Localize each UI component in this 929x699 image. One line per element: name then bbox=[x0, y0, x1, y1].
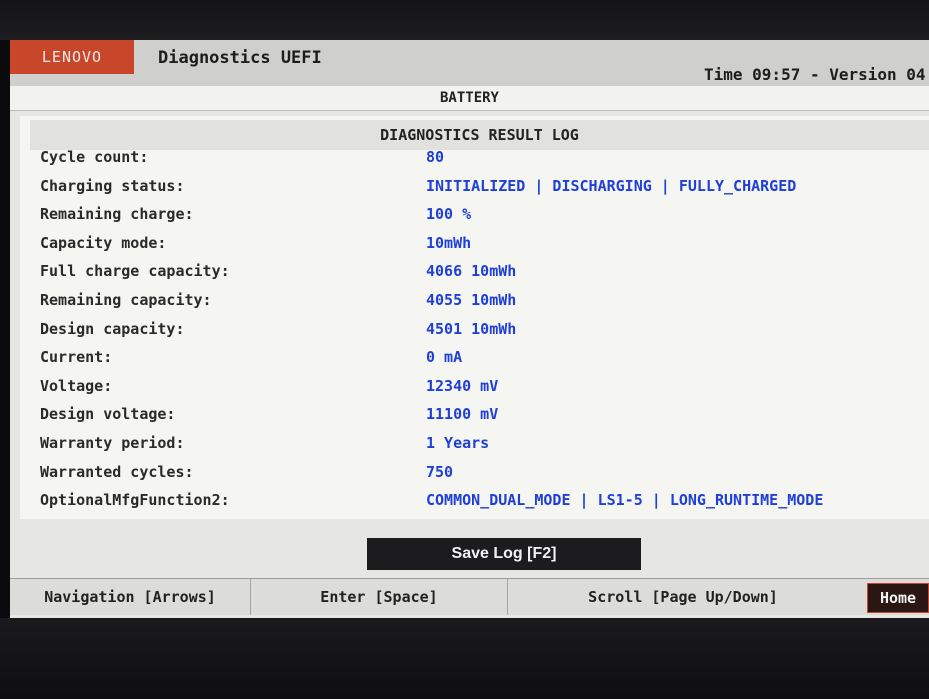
log-row: Warranted cycles: 750 bbox=[20, 459, 929, 488]
result-log-panel[interactable]: Cycle count: 80 Charging status: INITIAL… bbox=[20, 116, 929, 519]
navigation-hint: Navigation [Arrows] bbox=[10, 579, 251, 615]
log-value: INITIALIZED | DISCHARGING | FULLY_CHARGE… bbox=[426, 176, 797, 195]
log-row: Design capacity: 4501 10mWh bbox=[20, 316, 929, 345]
log-value: 0 mA bbox=[426, 348, 463, 367]
log-value: 750 bbox=[426, 462, 454, 481]
log-label: Remaining charge: bbox=[40, 205, 194, 224]
log-label: Full charge capacity: bbox=[40, 262, 230, 281]
log-label: Cycle count: bbox=[40, 148, 149, 166]
home-button[interactable]: Home bbox=[867, 583, 929, 613]
log-row: OptionalMfgFunction2: COMMON_DUAL_MODE |… bbox=[20, 487, 929, 516]
time-version-readout: Time 09:57 - Version 04 bbox=[704, 65, 926, 84]
log-rows: Cycle count: 80 Charging status: INITIAL… bbox=[20, 144, 929, 516]
log-row: Full charge capacity: 4066 10mWh bbox=[20, 258, 929, 287]
log-value: 4066 10mWh bbox=[426, 262, 517, 281]
brand-logo: LENOVO bbox=[10, 40, 134, 74]
log-value: 1 Years bbox=[426, 433, 490, 452]
log-label: Current: bbox=[40, 348, 113, 367]
enter-hint: Enter [Space] bbox=[251, 579, 508, 615]
log-row: Capacity mode: 10mWh bbox=[20, 230, 929, 259]
log-label: Warranted cycles: bbox=[40, 462, 194, 481]
log-value: 4055 10mWh bbox=[426, 290, 517, 309]
log-row: Warranty period: 1 Years bbox=[20, 430, 929, 459]
log-label: Capacity mode: bbox=[40, 233, 167, 252]
log-value: 12340 mV bbox=[426, 376, 499, 395]
log-label: Design capacity: bbox=[40, 319, 185, 338]
log-label: Design voltage: bbox=[40, 405, 176, 424]
screen-bezel-bottom bbox=[0, 618, 929, 699]
log-row: Voltage: 12340 mV bbox=[20, 373, 929, 402]
log-value: 80 bbox=[426, 148, 445, 166]
title-bar: LENOVO Diagnostics UEFI Time 09:57 - Ver… bbox=[10, 40, 929, 86]
log-value: 4501 10mWh bbox=[426, 319, 517, 338]
section-title: BATTERY bbox=[10, 86, 929, 111]
log-row: Remaining charge: 100 % bbox=[20, 201, 929, 230]
log-row: Current: 0 mA bbox=[20, 344, 929, 373]
log-value: COMMON_DUAL_MODE | LS1-5 | LONG_RUNTIME_… bbox=[426, 491, 824, 510]
uefi-screen: LENOVO Diagnostics UEFI Time 09:57 - Ver… bbox=[10, 40, 929, 618]
footer-hint-bar: Navigation [Arrows] Enter [Space] Scroll… bbox=[10, 578, 929, 615]
save-log-button[interactable]: Save Log [F2] bbox=[367, 538, 641, 570]
log-value: 11100 mV bbox=[426, 405, 499, 424]
log-label: OptionalMfgFunction2: bbox=[40, 491, 230, 510]
scroll-hint: Scroll [Page Up/Down] bbox=[588, 588, 778, 606]
log-label: Charging status: bbox=[40, 176, 185, 195]
app-title: Diagnostics UEFI bbox=[158, 48, 322, 68]
log-label: Warranty period: bbox=[40, 433, 185, 452]
log-value: 10mWh bbox=[426, 233, 472, 252]
log-row: Charging status: INITIALIZED | DISCHARGI… bbox=[20, 173, 929, 202]
log-row: Design voltage: 11100 mV bbox=[20, 401, 929, 430]
log-value: 100 % bbox=[426, 205, 472, 224]
log-label: Voltage: bbox=[40, 376, 113, 395]
screen-bezel-top bbox=[0, 0, 929, 40]
log-row: Remaining capacity: 4055 10mWh bbox=[20, 287, 929, 316]
result-log-title: DIAGNOSTICS RESULT LOG bbox=[30, 120, 929, 150]
log-label: Remaining capacity: bbox=[40, 290, 212, 309]
